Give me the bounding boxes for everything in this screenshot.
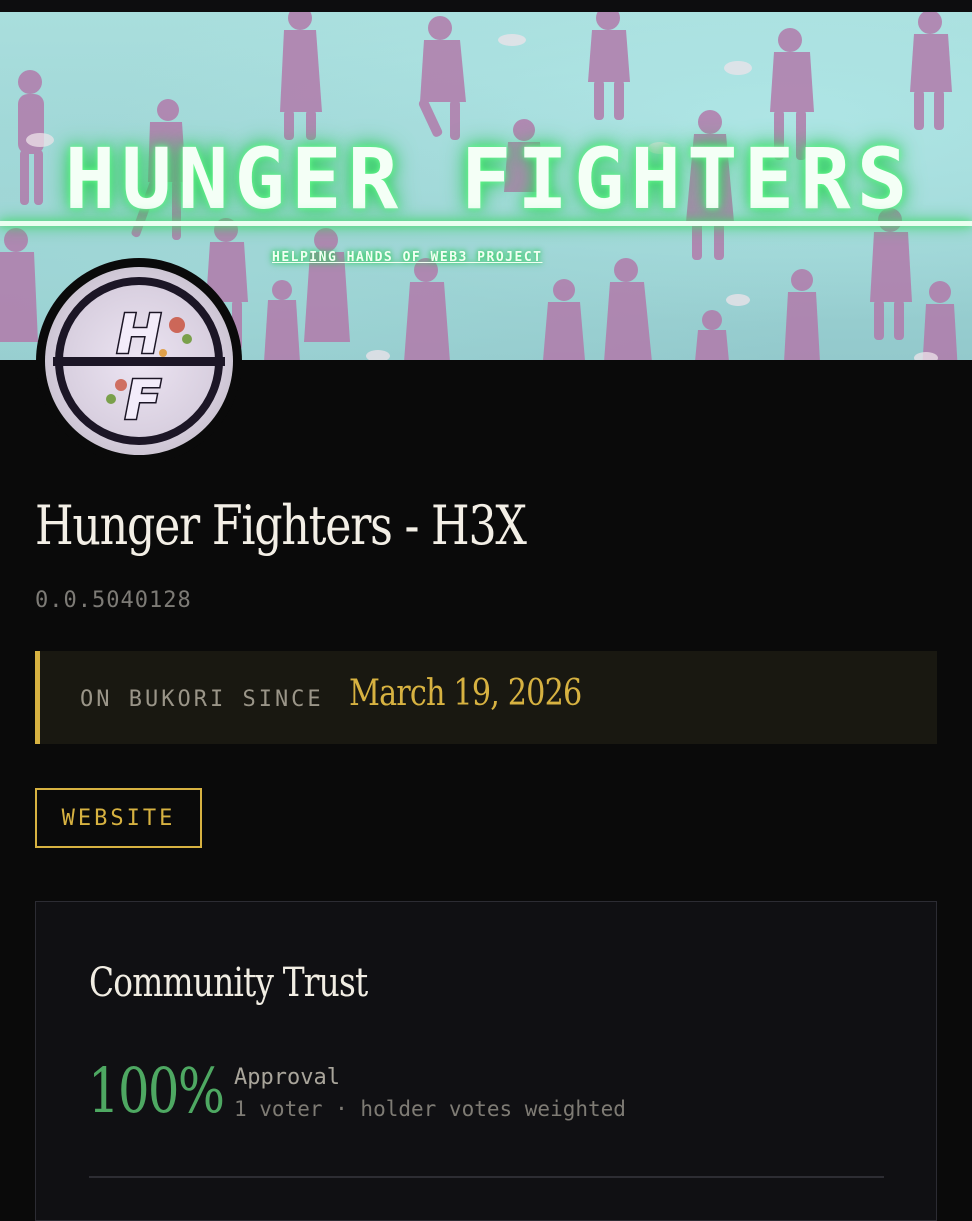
- since-date: March 19, 2026: [349, 673, 582, 714]
- website-button[interactable]: WEBSITE: [35, 788, 202, 848]
- project-avatar: H F: [36, 258, 242, 464]
- avatar-monogram-bottom: F: [125, 369, 162, 432]
- community-trust-title: Community Trust: [89, 960, 368, 1006]
- project-id: 0.0.5040128: [35, 588, 192, 613]
- since-panel: ON BUKORI SINCE March 19, 2026: [35, 651, 937, 744]
- avatar-image: H F: [45, 267, 233, 455]
- top-bar: [0, 0, 972, 12]
- community-trust-card: Community Trust 100% Approval 1 voter · …: [35, 901, 937, 1221]
- hunger-fighters-logo-icon: H F: [53, 277, 225, 445]
- banner-glow-line: [0, 221, 972, 226]
- approval-label: Approval: [234, 1065, 340, 1090]
- voter-meta: 1 voter · holder votes weighted: [234, 1097, 626, 1121]
- banner-title: HUNGER FIGHTERS: [0, 130, 972, 228]
- project-name: Hunger Fighters - H3X: [35, 494, 527, 557]
- since-label: ON BUKORI SINCE: [80, 687, 324, 712]
- approval-percent: 100%: [88, 1054, 225, 1127]
- trust-divider: [89, 1176, 884, 1178]
- banner-subtitle: HELPING HANDS OF WEB3 PROJECT: [272, 250, 543, 265]
- avatar-monogram-top: H: [116, 303, 161, 366]
